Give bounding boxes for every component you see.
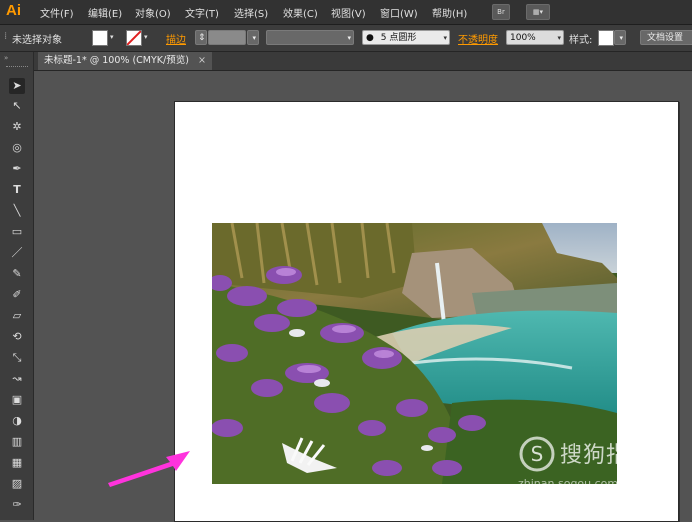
menu-file[interactable]: 文件(F) <box>40 5 74 20</box>
close-tab-icon[interactable]: × <box>198 55 206 66</box>
line-tool-icon[interactable]: ╲ <box>9 203 25 219</box>
watermark-text: 搜狗指南 <box>560 443 653 468</box>
paintbrush-tool-icon[interactable]: ／ <box>9 245 25 261</box>
rotate-tool-icon[interactable]: ⟲ <box>9 329 25 345</box>
rectangle-tool-icon[interactable]: ▭ <box>9 224 25 240</box>
opacity-input[interactable]: 100% ▾ <box>506 30 564 45</box>
tools-panel: » ➤ ↖ ✲ ◎ ✒ T ╲ ▭ ／ ✎ ✐ ▱ ⟲ ⤡ ↝ ▣ ◑ ▥ ▦ … <box>0 52 34 520</box>
menu-edit[interactable]: 编辑(E) <box>88 5 122 20</box>
brush-dot-icon: ● <box>366 33 374 43</box>
opacity-value: 100% <box>510 33 536 43</box>
selection-status: 未选择对象 <box>12 35 62 46</box>
variable-width-dropdown[interactable]: ▾ <box>266 30 354 45</box>
stroke-swatch[interactable] <box>126 30 142 46</box>
fill-dropdown-icon[interactable]: ▾ <box>110 33 114 41</box>
menu-view[interactable]: 视图(V) <box>331 5 366 20</box>
graphic-style-swatch[interactable] <box>598 30 614 46</box>
document-tab-title: 未标题-1* @ 100% (CMYK/预览) <box>44 55 189 66</box>
menu-window[interactable]: 窗口(W) <box>380 5 418 20</box>
watermark-url: zhinan.sogou.com <box>518 477 619 490</box>
stroke-weight-stepper[interactable]: ⇕ <box>195 30 207 45</box>
control-bar: ⁞ 未选择对象 ▾ ▾ 描边 ⇕ ▾ ▾ ● 5 点圆形 ▾ 不透明度 100%… <box>0 25 692 52</box>
graphic-style-dropdown[interactable]: ▾ <box>614 30 626 45</box>
shape-builder-tool-icon[interactable]: ◑ <box>9 413 25 429</box>
grip-icon: ⁞ <box>4 31 8 42</box>
sogou-logo-icon: S <box>519 436 555 472</box>
svg-text:S: S <box>531 442 544 466</box>
brush-dropdown[interactable]: ● 5 点圆形 ▾ <box>362 30 450 45</box>
document-setup-button[interactable]: 文档设置 <box>640 30 692 45</box>
annotation-arrow-icon <box>108 451 190 487</box>
direct-selection-tool-icon[interactable]: ↖ <box>9 98 25 114</box>
panel-grip[interactable] <box>6 66 28 69</box>
bridge-icon[interactable]: Br <box>492 4 510 20</box>
pen-tool-icon[interactable]: ✒ <box>9 161 25 177</box>
magic-wand-tool-icon[interactable]: ✲ <box>9 119 25 135</box>
document-tab[interactable]: 未标题-1* @ 100% (CMYK/预览) × <box>38 52 212 70</box>
blob-brush-tool-icon[interactable]: ✐ <box>9 287 25 303</box>
app-logo: Ai <box>6 2 21 19</box>
menu-object[interactable]: 对象(O) <box>135 5 171 20</box>
scale-tool-icon[interactable]: ⤡ <box>9 350 25 366</box>
menu-bar: Ai 文件(F) 编辑(E) 对象(O) 文字(T) 选择(S) 效果(C) 视… <box>0 0 692 25</box>
brush-label: 5 点圆形 <box>380 33 417 43</box>
opacity-link[interactable]: 不透明度 <box>458 31 498 46</box>
stroke-weight-dropdown[interactable]: ▾ <box>247 30 259 45</box>
graph-tool-icon[interactable]: ▥ <box>9 434 25 450</box>
no-stroke-icon <box>126 30 142 46</box>
eyedropper-tool-icon[interactable]: ✑ <box>9 497 25 513</box>
watermark: S 搜狗指南 zhinan.sogou.com <box>518 435 678 495</box>
mesh-tool-icon[interactable]: ▦ <box>9 455 25 471</box>
gradient-tool-icon[interactable]: ▨ <box>9 476 25 492</box>
document-tab-bar: 未标题-1* @ 100% (CMYK/预览) × <box>34 52 692 71</box>
selection-tool-icon[interactable]: ➤ <box>9 78 25 94</box>
style-label: 样式: <box>569 35 593 46</box>
lasso-tool-icon[interactable]: ◎ <box>9 140 25 156</box>
stroke-weight-input[interactable] <box>208 30 246 45</box>
stroke-link[interactable]: 描边 <box>166 31 186 46</box>
menu-select[interactable]: 选择(S) <box>234 5 268 20</box>
fill-swatch[interactable] <box>92 30 108 46</box>
menu-type[interactable]: 文字(T) <box>185 5 219 20</box>
stroke-dropdown-icon[interactable]: ▾ <box>144 33 148 41</box>
eraser-tool-icon[interactable]: ▱ <box>9 308 25 324</box>
free-transform-tool-icon[interactable]: ▣ <box>9 392 25 408</box>
width-tool-icon[interactable]: ↝ <box>9 371 25 387</box>
menu-help[interactable]: 帮助(H) <box>432 5 467 20</box>
menu-effect[interactable]: 效果(C) <box>283 5 318 20</box>
panel-collapse-icon[interactable]: » <box>4 54 8 62</box>
pencil-tool-icon[interactable]: ✎ <box>9 266 25 282</box>
type-tool-icon[interactable]: T <box>9 182 25 198</box>
arrange-documents-icon[interactable]: ▦▾ <box>526 4 550 20</box>
